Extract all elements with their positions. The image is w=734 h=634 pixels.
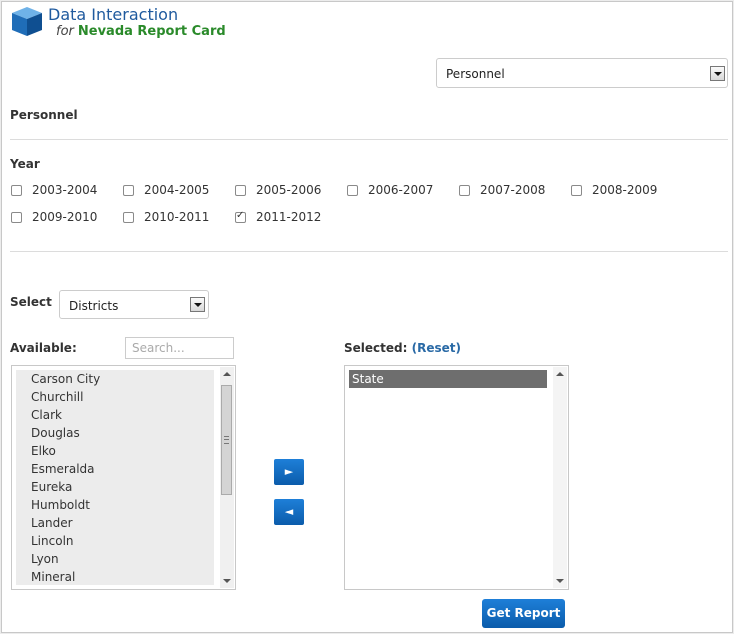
reset-link[interactable]: (Reset) [412,341,461,355]
right-arrow-icon: ► [284,465,294,478]
year-checkbox-2007-2008[interactable]: 2007-2008 [459,183,545,197]
year-checkbox-label: 2004-2005 [144,183,210,197]
app-title: Data Interaction [48,5,179,24]
entity-type-select[interactable]: Districts [59,290,209,319]
search-input[interactable] [125,337,234,359]
select-type-label: Select [10,295,52,309]
year-checkbox-2011-2012[interactable]: 2011-2012 [235,210,321,224]
list-item[interactable]: Lander [16,514,214,532]
checkbox[interactable] [235,184,246,196]
app-subtitle: for Nevada Report Card [56,24,226,39]
year-checkbox-2006-2007[interactable]: 2006-2007 [347,183,433,197]
grip-icon [224,436,229,444]
list-item[interactable]: Elko [16,442,214,460]
list-item[interactable]: Carson City [16,370,214,388]
chevron-down-icon[interactable] [190,297,205,312]
get-report-button[interactable]: Get Report [482,599,565,628]
selected-listbox[interactable]: State [344,365,569,590]
year-checkbox-label: 2011-2012 [256,210,322,224]
scroll-down-icon[interactable] [556,579,564,583]
available-list: Carson City Churchill Clark Douglas Elko… [16,370,214,585]
year-checkbox-label: 2003-2004 [32,183,98,197]
selected-label: Selected: (Reset) [344,341,461,355]
chevron-down-icon[interactable] [710,66,725,81]
checkbox[interactable] [11,184,22,196]
year-checkbox-label: 2007-2008 [480,183,546,197]
cube-logo-icon [12,7,42,36]
subtitle-brand: Nevada Report Card [77,24,226,39]
checkbox[interactable] [11,211,22,223]
list-item[interactable]: Clark [16,406,214,424]
scroll-up-icon[interactable] [223,372,231,376]
list-item[interactable]: Eureka [16,478,214,496]
scrollbar-thumb[interactable] [221,385,232,495]
list-item[interactable]: Douglas [16,424,214,442]
list-item[interactable]: Lincoln [16,532,214,550]
year-label: Year [10,157,40,171]
subtitle-for: for [56,24,74,39]
list-item[interactable]: Esmeralda [16,460,214,478]
checkbox[interactable] [347,184,358,196]
year-checkbox-2005-2006[interactable]: 2005-2006 [235,183,321,197]
remove-button[interactable]: ◄ [274,499,304,525]
checkbox[interactable] [459,184,470,196]
scroll-down-icon[interactable] [223,579,231,583]
available-listbox[interactable]: Carson City Churchill Clark Douglas Elko… [11,365,236,590]
available-scrollbar[interactable] [220,367,234,588]
checkbox[interactable] [123,211,134,223]
add-button[interactable]: ► [274,459,304,485]
year-checkbox-2010-2011[interactable]: 2010-2011 [123,210,209,224]
divider [10,251,728,252]
year-checkbox-label: 2005-2006 [256,183,322,197]
year-checkbox-label: 2006-2007 [368,183,434,197]
report-type-select[interactable]: Personnel [436,58,728,88]
selected-scrollbar[interactable] [553,367,567,588]
year-checkbox-2004-2005[interactable]: 2004-2005 [123,183,209,197]
year-checkbox-label: 2010-2011 [144,210,210,224]
list-item[interactable]: Lyon [16,550,214,568]
year-checkbox-label: 2009-2010 [32,210,98,224]
selected-label-text: Selected: [344,341,408,355]
list-item[interactable]: Churchill [16,388,214,406]
scroll-up-icon[interactable] [556,372,564,376]
checkbox-checked[interactable] [235,210,246,223]
report-type-value: Personnel [446,67,505,81]
app-frame: Data Interaction for Nevada Report Card P… [1,1,733,633]
section-title: Personnel [10,108,78,122]
year-checkbox-2008-2009[interactable]: 2008-2009 [571,183,657,197]
entity-type-value: Districts [69,299,119,313]
available-label: Available: [10,341,77,355]
year-checkbox-2009-2010[interactable]: 2009-2010 [11,210,97,224]
year-checkbox-2003-2004[interactable]: 2003-2004 [11,183,97,197]
checkbox[interactable] [123,184,134,196]
divider [10,139,728,140]
list-item[interactable]: Humboldt [16,496,214,514]
left-arrow-icon: ◄ [284,505,294,518]
list-item[interactable]: Mineral [16,568,214,585]
selected-list-item[interactable]: State [349,370,547,388]
checkbox[interactable] [571,184,582,196]
year-checkbox-label: 2008-2009 [592,183,658,197]
